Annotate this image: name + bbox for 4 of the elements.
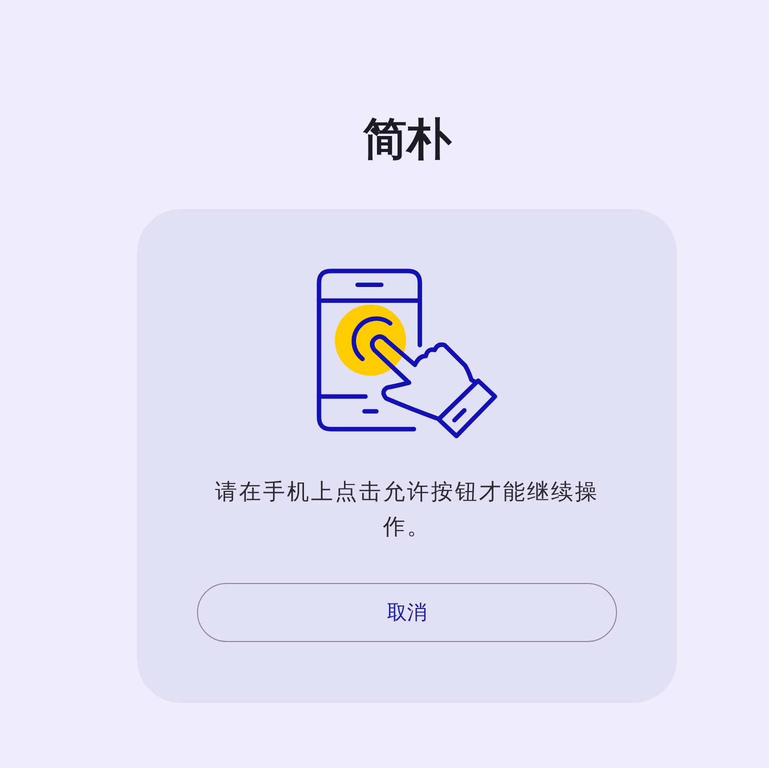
instruction-text: 请在手机上点击允许按钮才能继续操作。	[214, 479, 600, 542]
page-title: 简朴	[363, 113, 451, 167]
phone-tap-icon	[316, 268, 498, 440]
cancel-button[interactable]: 取消	[197, 583, 617, 642]
